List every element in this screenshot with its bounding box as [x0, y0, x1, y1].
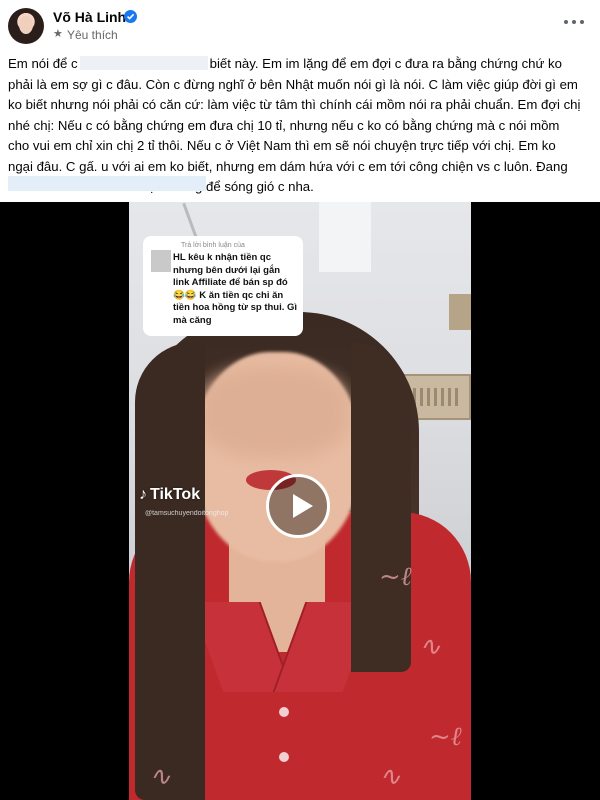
ceiling-light: [319, 202, 371, 272]
comment-thumbnail: [151, 250, 171, 272]
play-icon[interactable]: [266, 474, 330, 538]
post-text-line: ngại đâu. C gấ. u với ai em ko biết, như…: [8, 158, 568, 174]
more-options-icon[interactable]: [562, 12, 586, 32]
hair-right: [351, 342, 411, 672]
redacted-name: [79, 56, 208, 70]
hair-left: [135, 342, 205, 800]
shirt-pattern: ∿: [419, 632, 441, 662]
star-icon: ★: [53, 28, 63, 40]
wall-fixture: [449, 294, 471, 330]
favorite-label: Yêu thích: [67, 28, 118, 42]
shirt-pattern: ∿: [149, 762, 171, 792]
shirt-pattern: ∿: [379, 762, 401, 792]
video-container[interactable]: ~ℓ ∿ ~ℓ ∿ ∿ Trả lời bình luận của HL kêu…: [0, 202, 600, 800]
face-blur: [199, 367, 349, 457]
post-text-line: phải là em sợ gì c đâu. Còn c đừng nghĩ …: [8, 76, 578, 92]
avatar[interactable]: [8, 8, 44, 44]
post-text-line: ko biết nhưng nói phải có căn cứ: làm vi…: [8, 97, 581, 112]
shirt-button: [279, 707, 289, 717]
post-text-line: cho vui em chỉ xin chị 2 tỉ thôi. Nếu c …: [8, 138, 556, 153]
comment-reply-header: Trả lời bình luận của: [181, 242, 245, 249]
post-text-line: Em nói để c biết này. Em im lặng để em đợ…: [8, 56, 562, 71]
tiktok-watermark: TikTok: [150, 486, 201, 503]
verified-badge-icon: [124, 10, 137, 23]
shirt-pattern: ~ℓ: [429, 722, 462, 752]
tiktok-comment-card: Trả lời bình luận của HL kêu k nhận tiền…: [143, 236, 303, 336]
author-name[interactable]: Võ Hà Linh: [53, 9, 126, 25]
shirt-pattern: ~ℓ: [379, 562, 412, 592]
comment-text: HL kêu k nhận tiền qc nhưng bên dưới lại…: [173, 252, 298, 326]
tiktok-logo-icon: ♪ TikTok: [139, 486, 201, 503]
post-header: Võ Hà Linh ★ Yêu thích: [0, 0, 600, 48]
tiktok-handle: @tamsuchuyendoitonghop: [145, 510, 229, 517]
shirt-button: [279, 752, 289, 762]
redacted-line: [8, 176, 206, 191]
post-text-line: nhé chị: Nếu c có bằng chứng em đưa chị …: [8, 117, 560, 133]
